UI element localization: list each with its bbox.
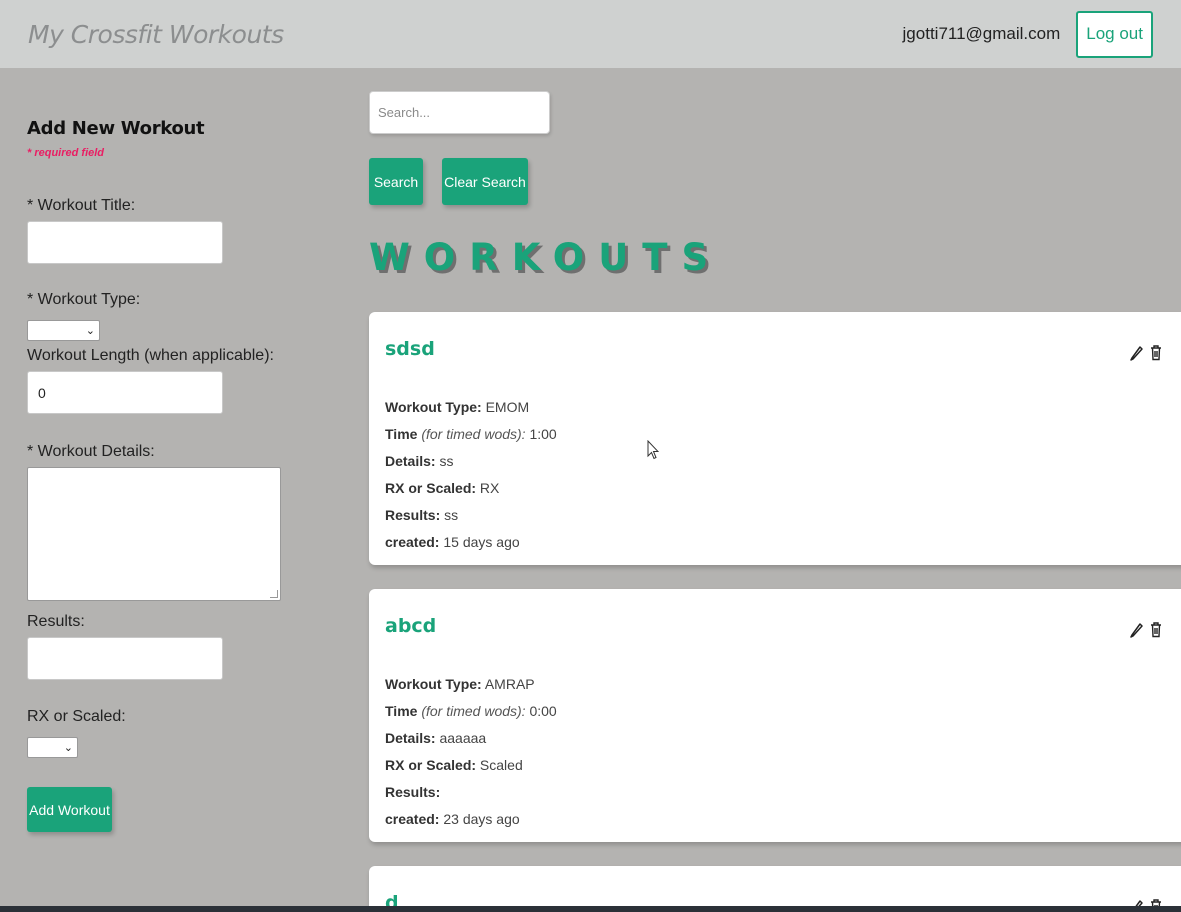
trash-icon[interactable] [1150,621,1162,638]
workout-type-label: * Workout Type: [27,291,141,308]
card-actions [1129,344,1162,361]
workout-details-label: * Workout Details: [27,443,155,460]
navbar-right: jgotti711@gmail.com Log out [902,10,1153,58]
search-button[interactable]: Search [369,158,423,205]
workout-time-row: Time (for timed wods): 1:00 [385,426,557,442]
results-label: Results: [27,613,85,630]
required-note: * required field [27,147,105,159]
workout-results-row: Results: [385,784,441,800]
workout-created-row: created: 15 days ago [385,534,520,550]
mouse-cursor-icon [647,439,660,465]
resize-handle-icon[interactable] [270,590,278,598]
workouts-heading: WORKOUTS [369,236,723,279]
chevron-down-icon: ⌄ [85,325,95,337]
workout-type-row: Workout Type: AMRAP [385,676,535,692]
workout-title-label: * Workout Title: [27,197,136,214]
workout-rx-row: RX or Scaled: Scaled [385,757,523,773]
workout-type-select[interactable]: ⌄ [27,320,100,341]
workout-created-row: created: 23 days ago [385,811,520,827]
terminal-strip [0,906,1181,912]
add-workout-form: Add New Workout * required field * Worko… [27,118,327,832]
user-email: jgotti711@gmail.com [902,24,1061,43]
workout-rx-row: RX or Scaled: RX [385,480,500,496]
search-input[interactable]: Search... [369,91,550,134]
add-workout-button[interactable]: Add Workout [27,787,112,832]
rx-scaled-select[interactable]: ⌄ [27,737,78,758]
form-title: Add New Workout [27,118,205,139]
pencil-icon[interactable] [1129,621,1144,638]
workout-card: abcd Workout Type: AMRAP Time (for timed… [369,589,1181,842]
workout-details-row: Details: ss [385,453,454,469]
pencil-icon[interactable] [1129,344,1144,361]
logout-button[interactable]: Log out [1076,10,1153,58]
workout-title-input[interactable] [27,221,223,264]
brand-title[interactable]: My Crossfit Workouts [28,20,284,49]
workout-length-label: Workout Length (when applicable): [27,347,274,364]
card-actions [1129,621,1162,638]
workout-time-row: Time (for timed wods): 0:00 [385,703,557,719]
navbar: My Crossfit Workouts jgotti711@gmail.com… [0,0,1181,68]
workout-length-input[interactable]: 0 [27,371,223,414]
trash-icon[interactable] [1150,344,1162,361]
workout-details: Workout Type: EMOM Time (for timed wods)… [385,394,557,556]
rx-scaled-label: RX or Scaled: [27,708,126,725]
workout-details-textarea[interactable] [27,467,281,601]
workout-title: sdsd [385,338,435,360]
workout-details: Workout Type: AMRAP Time (for timed wods… [385,671,557,833]
workout-type-row: Workout Type: EMOM [385,399,530,415]
chevron-down-icon: ⌄ [63,742,73,754]
results-input[interactable] [27,637,223,680]
workout-title: abcd [385,615,437,637]
workout-details-row: Details: aaaaaa [385,730,487,746]
workout-card: sdsd Workout Type: EMOM Time (for timed … [369,312,1181,565]
clear-search-button[interactable]: Clear Search [442,158,528,205]
workout-results-row: Results: ss [385,507,459,523]
